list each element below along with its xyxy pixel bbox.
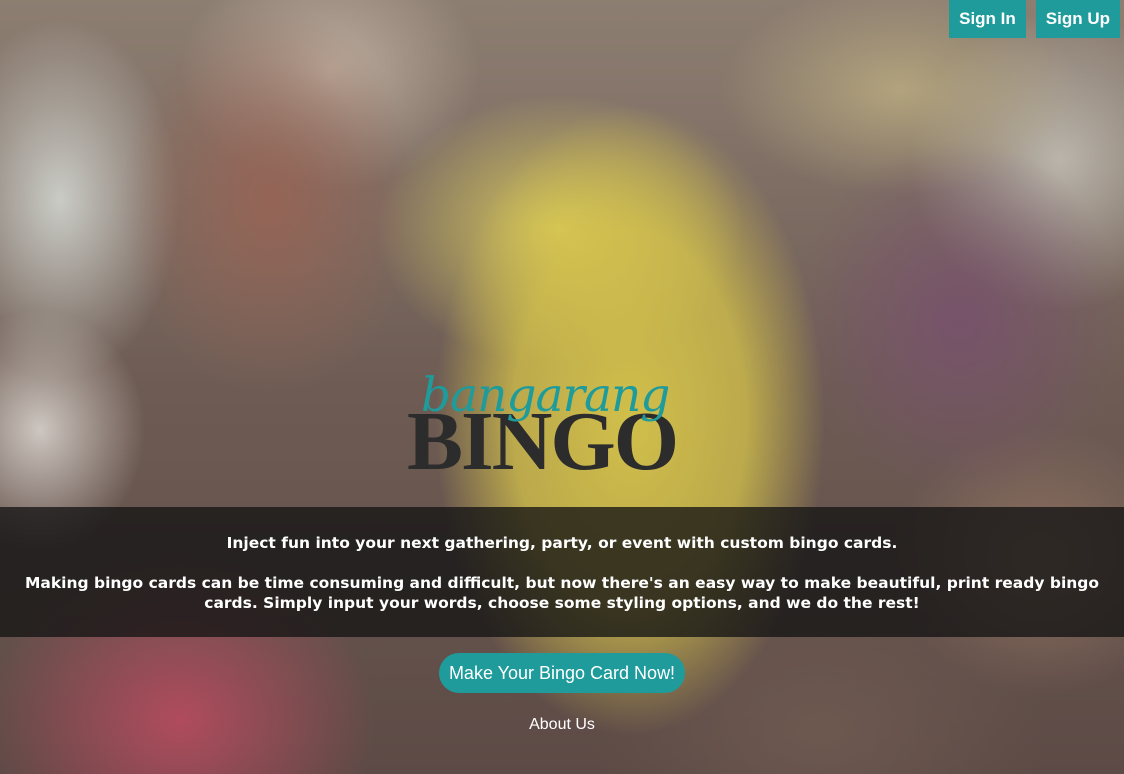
intro-tagline: Inject fun into your next gathering, par… — [226, 534, 898, 552]
sign-up-button[interactable]: Sign Up — [1035, 0, 1120, 38]
sign-in-button[interactable]: Sign In — [949, 0, 1026, 38]
intro-description: Making bingo cards can be time consuming… — [24, 574, 1100, 612]
logo-bangarang-text: bangarang — [421, 368, 670, 423]
about-us-link[interactable]: About Us — [0, 716, 1124, 734]
intro-banner: Inject fun into your next gathering, par… — [0, 507, 1124, 637]
make-bingo-card-button[interactable]: Make Your Bingo Card Now! — [439, 653, 685, 693]
top-nav: Sign In Sign Up — [949, 0, 1120, 38]
bangarang-bingo-logo: BINGO bangarang — [405, 370, 725, 495]
